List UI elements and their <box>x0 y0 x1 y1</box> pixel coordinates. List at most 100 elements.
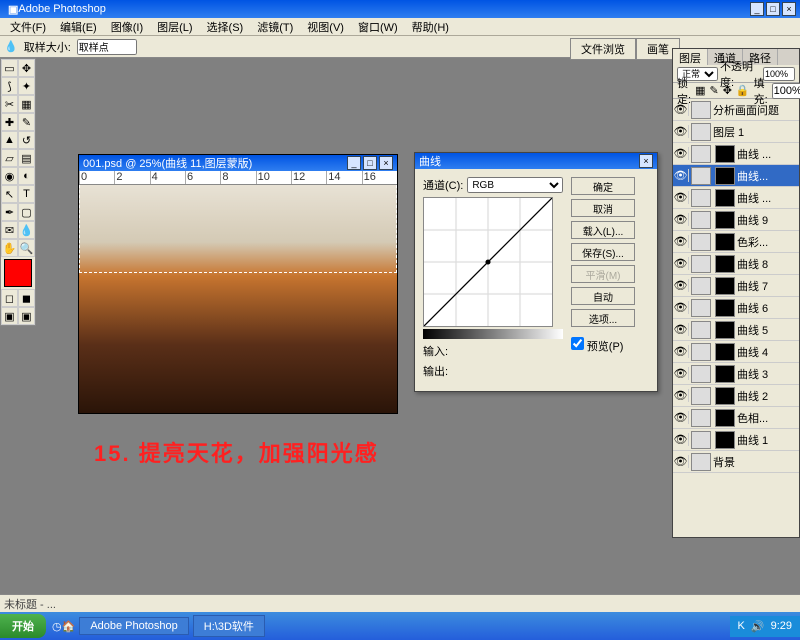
curves-titlebar[interactable]: 曲线 × <box>415 153 657 169</box>
layer-thumbnail[interactable] <box>691 453 711 471</box>
visibility-icon[interactable]: 👁 <box>673 455 689 468</box>
menu-layer[interactable]: 图层(L) <box>151 19 198 35</box>
layer-mask-thumbnail[interactable] <box>715 321 735 339</box>
layer-thumbnail[interactable] <box>691 277 711 295</box>
foreground-color-swatch[interactable] <box>4 259 32 287</box>
layer-thumbnail[interactable] <box>691 167 711 185</box>
visibility-icon[interactable]: 👁 <box>673 345 689 358</box>
layer-row[interactable]: 👁曲线 8 <box>673 253 799 275</box>
taskbar-item-photoshop[interactable]: Adobe Photoshop <box>79 617 188 635</box>
lock-pixels-icon[interactable]: ✎ <box>709 84 718 97</box>
visibility-icon[interactable]: 👁 <box>673 191 689 204</box>
layer-mask-thumbnail[interactable] <box>715 255 735 273</box>
visibility-icon[interactable]: 👁 <box>673 235 689 248</box>
layer-thumbnail[interactable] <box>691 365 711 383</box>
lock-all-icon[interactable]: 🔒 <box>736 84 750 97</box>
menu-edit[interactable]: 编辑(E) <box>54 19 103 35</box>
layer-row[interactable]: 👁曲线 5 <box>673 319 799 341</box>
brush-tool[interactable]: ✎ <box>18 113 35 131</box>
menu-filter[interactable]: 滤镜(T) <box>251 19 299 35</box>
lasso-tool[interactable]: ⟆ <box>1 77 18 95</box>
visibility-icon[interactable]: 👁 <box>673 279 689 292</box>
layer-mask-thumbnail[interactable] <box>715 189 735 207</box>
layer-mask-thumbnail[interactable] <box>715 277 735 295</box>
heal-tool[interactable]: ✚ <box>1 113 18 131</box>
layer-thumbnail[interactable] <box>691 343 711 361</box>
visibility-icon[interactable]: 👁 <box>673 103 689 116</box>
history-brush-tool[interactable]: ↺ <box>18 131 35 149</box>
layer-thumbnail[interactable] <box>691 255 711 273</box>
layer-row[interactable]: 👁色相... <box>673 407 799 429</box>
curves-plot[interactable] <box>423 197 553 327</box>
document-canvas[interactable] <box>79 185 397 413</box>
layer-row[interactable]: 👁曲线 ... <box>673 143 799 165</box>
visibility-icon[interactable]: 👁 <box>673 301 689 314</box>
blur-tool[interactable]: ◉ <box>1 167 18 185</box>
layer-row[interactable]: 👁背景 <box>673 451 799 473</box>
ok-button[interactable]: 确定 <box>571 177 635 195</box>
slice-tool[interactable]: ▦ <box>18 95 35 113</box>
menu-select[interactable]: 选择(S) <box>201 19 250 35</box>
minimize-button[interactable]: _ <box>750 2 764 16</box>
curves-close-button[interactable]: × <box>639 154 653 168</box>
layer-thumbnail[interactable] <box>691 409 711 427</box>
layer-mask-thumbnail[interactable] <box>715 387 735 405</box>
menu-view[interactable]: 视图(V) <box>301 19 350 35</box>
document-titlebar[interactable]: 001.psd @ 25%(曲线 11,图层蒙版) _ □ × <box>79 155 397 171</box>
taskbar-item-explorer[interactable]: H:\3D软件 <box>193 615 265 637</box>
gradient-bar[interactable] <box>423 329 563 339</box>
layer-mask-thumbnail[interactable] <box>715 233 735 251</box>
layer-thumbnail[interactable] <box>691 145 711 163</box>
visibility-icon[interactable]: 👁 <box>673 323 689 336</box>
lock-transparency-icon[interactable]: ▦ <box>695 84 705 97</box>
wand-tool[interactable]: ✦ <box>18 77 35 95</box>
layer-mask-thumbnail[interactable] <box>715 365 735 383</box>
layer-row[interactable]: 👁色彩... <box>673 231 799 253</box>
shape-tool[interactable]: ▢ <box>18 203 35 221</box>
visibility-icon[interactable]: 👁 <box>673 169 689 182</box>
preview-checkbox[interactable] <box>571 337 584 350</box>
sample-size-select[interactable] <box>77 39 137 55</box>
lock-position-icon[interactable]: ✥ <box>723 84 732 97</box>
layer-row[interactable]: 👁曲线 9 <box>673 209 799 231</box>
menu-window[interactable]: 窗口(W) <box>352 19 404 35</box>
layer-mask-thumbnail[interactable] <box>715 431 735 449</box>
visibility-icon[interactable]: 👁 <box>673 257 689 270</box>
close-button[interactable]: × <box>782 2 796 16</box>
layer-thumbnail[interactable] <box>691 123 711 141</box>
layer-row[interactable]: 👁曲线 3 <box>673 363 799 385</box>
layer-thumbnail[interactable] <box>691 299 711 317</box>
menu-help[interactable]: 帮助(H) <box>406 19 455 35</box>
load-button[interactable]: 载入(L)... <box>571 221 635 239</box>
layer-mask-thumbnail[interactable] <box>715 145 735 163</box>
options-button[interactable]: 选项... <box>571 309 635 327</box>
channel-select[interactable]: RGB <box>467 177 563 193</box>
fill-input[interactable] <box>772 83 800 99</box>
menu-image[interactable]: 图像(I) <box>105 19 149 35</box>
notes-tool[interactable]: ✉ <box>1 221 18 239</box>
layer-row[interactable]: 👁曲线 1 <box>673 429 799 451</box>
layer-row[interactable]: 👁曲线 2 <box>673 385 799 407</box>
eyedropper-tool[interactable]: 💧 <box>18 221 35 239</box>
visibility-icon[interactable]: 👁 <box>673 389 689 402</box>
quickmask-off[interactable]: ◻ <box>1 289 18 307</box>
tab-file-browser[interactable]: 文件浏览 <box>570 38 636 60</box>
layer-thumbnail[interactable] <box>691 431 711 449</box>
tab-layers[interactable]: 图层 <box>673 49 708 65</box>
visibility-icon[interactable]: 👁 <box>673 147 689 160</box>
layer-thumbnail[interactable] <box>691 233 711 251</box>
quicklaunch-icon[interactable]: ◷ <box>52 620 62 633</box>
cancel-button[interactable]: 取消 <box>571 199 635 217</box>
doc-minimize-button[interactable]: _ <box>347 156 361 170</box>
start-button[interactable]: 开始 <box>0 614 46 638</box>
menu-file[interactable]: 文件(F) <box>4 19 52 35</box>
visibility-icon[interactable]: 👁 <box>673 367 689 380</box>
layer-row[interactable]: 👁曲线... <box>673 165 799 187</box>
layer-thumbnail[interactable] <box>691 321 711 339</box>
eyedropper-icon[interactable]: 💧 <box>4 40 18 53</box>
maximize-button[interactable]: □ <box>766 2 780 16</box>
layer-row[interactable]: 👁曲线 7 <box>673 275 799 297</box>
layer-thumbnail[interactable] <box>691 211 711 229</box>
visibility-icon[interactable]: 👁 <box>673 411 689 424</box>
zoom-tool[interactable]: 🔍 <box>18 239 35 257</box>
